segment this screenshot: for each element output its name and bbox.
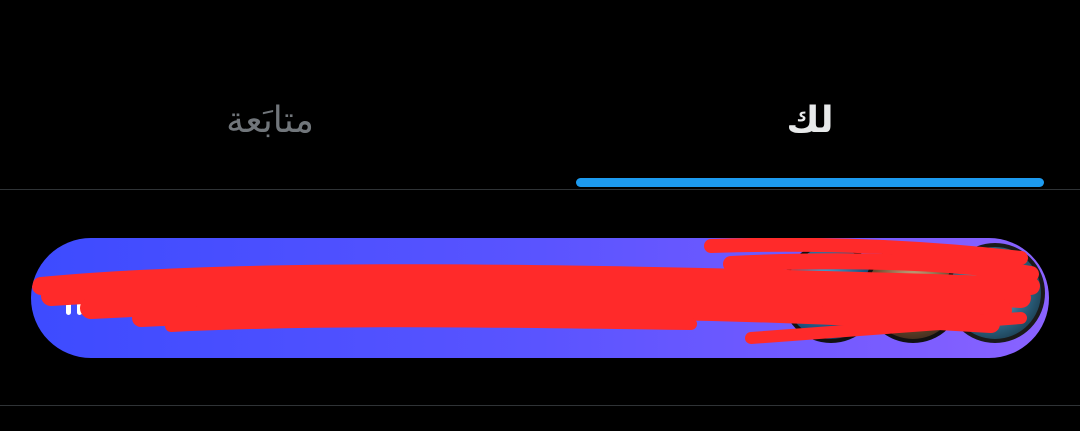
- live-space-banner[interactable]: [31, 238, 1049, 358]
- timeline-tabs: متابَعة لك: [0, 0, 1080, 190]
- feed-divider: [0, 405, 1080, 406]
- active-tab-indicator: [576, 178, 1044, 187]
- tab-for-you[interactable]: لك: [576, 90, 1044, 150]
- tab-following[interactable]: متابَعة: [36, 90, 504, 150]
- redaction-scribble: [32, 238, 1040, 344]
- tab-following-label: متابَعة: [226, 99, 314, 141]
- tabs-divider: [0, 189, 1080, 190]
- tab-for-you-label: لك: [786, 99, 834, 141]
